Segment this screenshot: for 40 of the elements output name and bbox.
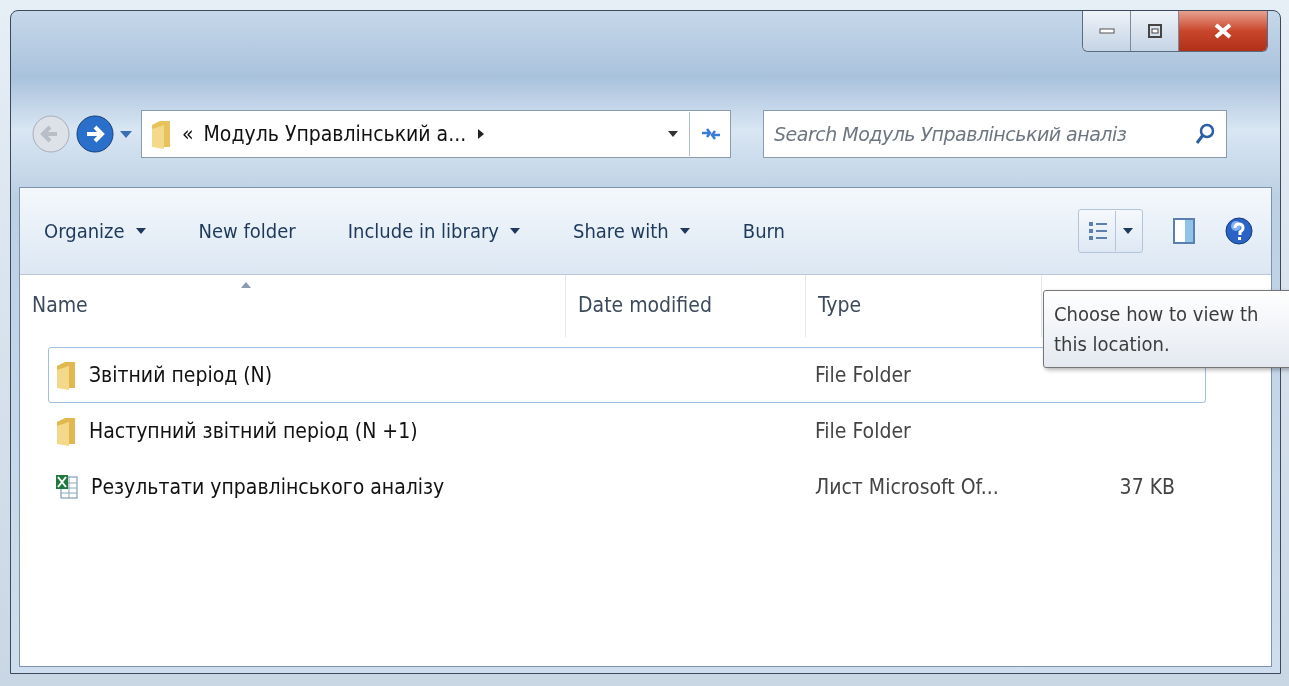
file-type: Лист Microsoft Of...	[815, 475, 999, 499]
change-view-button[interactable]	[1078, 209, 1143, 253]
recent-pages-dropdown-icon[interactable]	[119, 129, 133, 139]
address-bar[interactable]: « Модуль Управлінський а...	[141, 110, 731, 158]
file-name: Звітний період (N)	[89, 363, 273, 387]
folder-icon	[150, 119, 172, 149]
dropdown-arrow-icon[interactable]	[667, 130, 679, 138]
column-header[interactable]: Type	[806, 275, 1042, 337]
file-name: Результати управлінського аналізу	[91, 475, 445, 499]
close-button[interactable]	[1179, 11, 1267, 51]
toolbar-button[interactable]: Burn	[732, 213, 795, 249]
spreadsheet-icon	[55, 474, 79, 500]
breadcrumb-item[interactable]: Модуль Управлінський а...	[203, 122, 467, 146]
forward-button[interactable]	[75, 114, 115, 154]
sort-arrow-icon	[240, 281, 252, 289]
minimize-icon	[1098, 28, 1115, 34]
file-type: File Folder	[815, 363, 911, 387]
toolbar-button[interactable]: New folder	[188, 213, 306, 249]
file-type: File Folder	[815, 419, 911, 443]
maximize-button[interactable]	[1131, 11, 1179, 51]
search-icon[interactable]	[1195, 123, 1215, 145]
file-size: 37 KB	[1119, 475, 1175, 499]
file-row[interactable]: Результати управлінського аналізу Лист Microsoft Of... 37 KB	[48, 459, 1206, 515]
column-header[interactable]: Date modified	[566, 275, 806, 337]
search-field[interactable]: Search Модуль Управлінський аналіз	[763, 110, 1227, 158]
folder-icon	[55, 360, 77, 390]
toolbar-button[interactable]: Include in library	[337, 213, 531, 249]
details-view-icon	[1087, 220, 1109, 242]
dropdown-arrow-icon	[1122, 227, 1134, 235]
toolbar-button[interactable]: Share with	[563, 213, 701, 249]
folder-icon	[55, 416, 77, 446]
maximize-icon	[1146, 24, 1163, 38]
preview-pane-icon[interactable]	[1173, 218, 1195, 244]
help-icon[interactable]	[1225, 217, 1253, 245]
file-name: Наступний звітний період (N +1)	[89, 419, 418, 443]
file-row[interactable]: Наступний звітний період (N +1) File Folder	[48, 403, 1206, 459]
close-icon	[1213, 23, 1233, 39]
toolbar-button[interactable]: Organize	[34, 213, 157, 249]
tooltip: Choose how to view th this location.	[1043, 290, 1289, 368]
breadcrumb-overflow[interactable]: «	[182, 122, 194, 146]
